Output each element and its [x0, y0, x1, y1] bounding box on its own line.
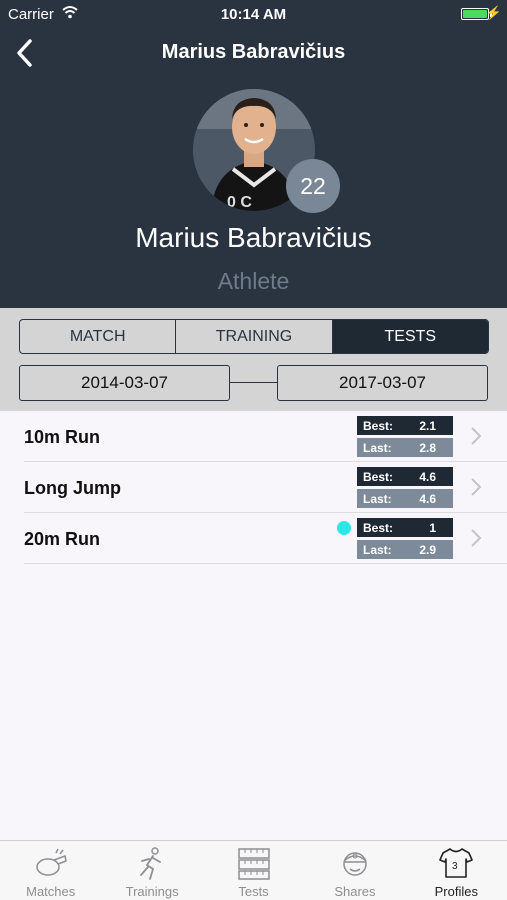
svg-text:0 C: 0 C [227, 194, 252, 211]
filter-panel: MATCH TRAINING TESTS 2014-03-07 2017-03-… [0, 308, 507, 411]
tab-trainings[interactable]: Trainings [101, 841, 202, 900]
last-value: 2.9 [419, 543, 436, 557]
jersey-number-badge: 22 [286, 159, 340, 213]
best-value: 1 [429, 521, 436, 535]
last-stat: Last: 2.9 [357, 540, 453, 559]
last-label: Last: [363, 441, 392, 455]
charging-icon: ⚡ [485, 5, 502, 20]
jersey-icon: 3 [439, 848, 474, 878]
tab-bar: Matches Trainings Tests Shares 3 Profile… [0, 840, 507, 900]
test-name: 10m Run [24, 427, 101, 447]
last-label: Last: [363, 492, 392, 506]
coach-cap-icon [343, 852, 367, 876]
test-row-20m-run[interactable]: 20m Run Best: 1 Last: 2.9 [24, 513, 507, 564]
tab-profiles[interactable]: 3 Profiles [406, 841, 507, 900]
test-row-10m-run[interactable]: 10m Run Best: 2.1 Last: 2.8 [24, 411, 507, 462]
category-segmented-control: MATCH TRAINING TESTS [19, 319, 489, 354]
chevron-right-icon [471, 427, 482, 445]
best-value: 2.1 [419, 419, 436, 433]
best-label: Best: [363, 470, 394, 484]
clock: 10:14 AM [220, 6, 287, 23]
tab-label: Profiles [434, 884, 478, 899]
date-from-button[interactable]: 2014-03-07 [19, 365, 230, 401]
tab-label: Tests [238, 884, 269, 899]
status-bar: Carrier 10:14 AM ⚡ [0, 0, 507, 28]
last-stat: Last: 2.8 [357, 438, 453, 457]
chevron-right-icon [471, 478, 482, 496]
best-value: 4.6 [419, 470, 436, 484]
svg-text:3: 3 [452, 861, 458, 872]
tab-label: Matches [26, 884, 76, 899]
best-stat: Best: 2.1 [357, 416, 453, 435]
last-stat: Last: 4.6 [357, 489, 453, 508]
nav-title: Marius Babravičius [161, 41, 346, 63]
last-value: 2.8 [419, 441, 436, 455]
segment-training[interactable]: TRAINING [176, 320, 333, 353]
test-row-long-jump[interactable]: Long Jump Best: 4.6 Last: 4.6 [24, 462, 507, 513]
running-person-icon [140, 847, 162, 880]
chevron-right-icon [471, 529, 482, 547]
last-value: 4.6 [419, 492, 436, 506]
tab-tests[interactable]: Tests [203, 841, 304, 900]
athlete-name: Marius Babravičius [135, 222, 372, 253]
new-result-dot [337, 521, 351, 535]
measuring-tape-icon [237, 848, 270, 880]
segment-match[interactable]: MATCH [20, 320, 177, 353]
battery-icon [461, 8, 489, 20]
test-name: Long Jump [24, 478, 121, 498]
segment-tests[interactable]: TESTS [332, 320, 488, 353]
tab-matches[interactable]: Matches [0, 841, 101, 900]
whistle-icon [35, 848, 67, 876]
tab-label: Trainings [125, 884, 179, 899]
best-label: Best: [363, 521, 394, 535]
test-name: 20m Run [24, 529, 101, 549]
tab-shares[interactable]: Shares [304, 841, 405, 900]
date-range-connector [230, 382, 277, 383]
tests-list: 10m Run Best: 2.1 Last: 2.8 Long Jump Be… [0, 411, 507, 564]
best-stat: Best: 1 [357, 518, 453, 537]
best-label: Best: [363, 419, 394, 433]
last-label: Last: [363, 543, 392, 557]
athlete-role: Athlete [217, 268, 290, 294]
date-to-button[interactable]: 2017-03-07 [277, 365, 488, 401]
profile-header: Carrier 10:14 AM ⚡ Marius Babravičius 0 … [0, 0, 507, 308]
tab-label: Shares [334, 884, 376, 899]
best-stat: Best: 4.6 [357, 467, 453, 486]
